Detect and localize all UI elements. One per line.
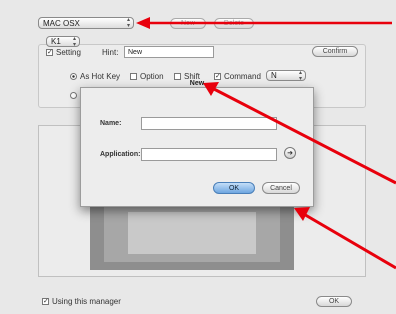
new-button[interactable]: New: [170, 18, 206, 29]
key-select-label: K1: [51, 37, 61, 46]
dialog-cancel-button[interactable]: Cancel: [262, 182, 300, 194]
radio-unselected-icon[interactable]: [70, 86, 77, 104]
dialog-title: New: [189, 80, 205, 87]
application-label: Application:: [100, 151, 141, 158]
confirm-button[interactable]: Confirm: [312, 46, 358, 57]
setting-label: Setting: [56, 48, 81, 57]
using-manager-label: Using this manager: [52, 297, 121, 306]
application-input[interactable]: [141, 148, 277, 161]
setting-checkbox[interactable]: ✓: [46, 49, 53, 56]
command-checkbox[interactable]: ✓: [214, 73, 221, 80]
using-manager-row[interactable]: ✓ Using this manager: [42, 297, 121, 306]
preview-inner-shape: [128, 212, 256, 254]
footer-ok-button[interactable]: OK: [316, 296, 352, 307]
hint-input[interactable]: New: [124, 46, 214, 58]
updown-chevron-icon: ▴ ▾: [126, 17, 130, 29]
name-input[interactable]: [141, 117, 277, 130]
os-select[interactable]: MAC OSX ▴ ▾: [38, 17, 134, 29]
radio-selected-icon[interactable]: [70, 73, 77, 80]
shift-checkbox[interactable]: [174, 73, 181, 80]
option-checkbox[interactable]: [130, 73, 137, 80]
os-select-label: MAC OSX: [43, 18, 80, 28]
delete-button[interactable]: Delete: [214, 18, 254, 29]
dialog-ok-button[interactable]: OK: [213, 182, 255, 194]
name-label: Name:: [100, 120, 122, 127]
key-select[interactable]: K1 ▴ ▾: [46, 35, 80, 48]
setting-checkbox-row[interactable]: ✓ Setting: [46, 48, 81, 57]
arrow-right-icon[interactable]: ➜: [284, 147, 296, 159]
key-value-label: N: [271, 71, 277, 80]
hint-label: Hint:: [102, 48, 119, 57]
updown-chevron-icon: ▴ ▾: [72, 35, 76, 48]
using-manager-checkbox[interactable]: ✓: [42, 298, 49, 305]
